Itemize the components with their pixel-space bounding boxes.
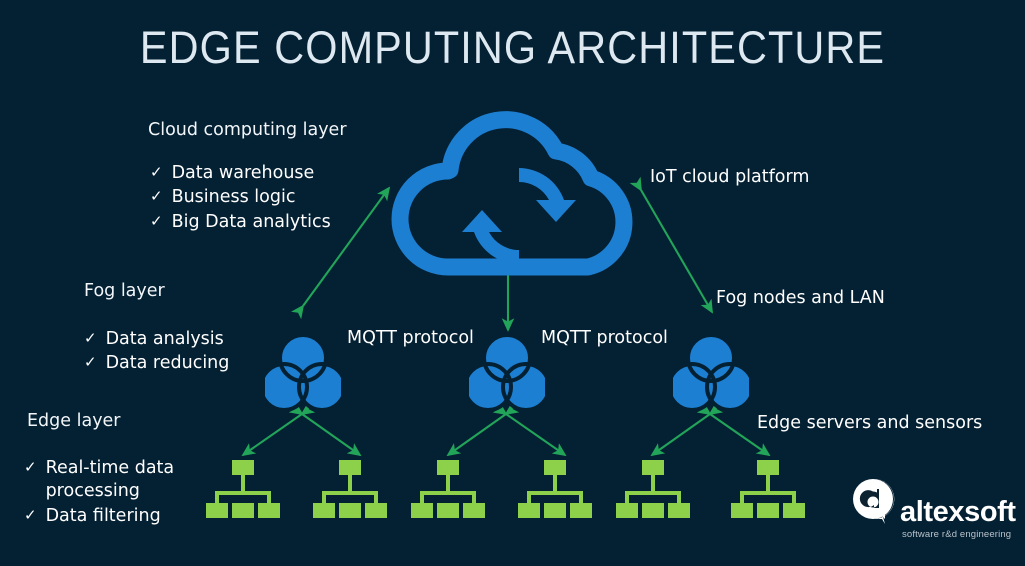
arrow-cloud-to-fog-right	[629, 176, 713, 314]
server-tree-icon	[518, 460, 592, 518]
server-tree-icon	[206, 460, 280, 518]
edge-layer-heading: Edge layer	[27, 411, 121, 431]
server-tree-icon	[616, 460, 690, 518]
check-icon: ✓	[150, 187, 163, 206]
altexsoft-logo: altexsoft software r&d engineering	[852, 478, 1017, 550]
server-tree-icon	[313, 460, 387, 518]
check-icon: ✓	[84, 353, 97, 372]
server-tree-icon	[731, 460, 805, 518]
list-item-label: Data filtering	[45, 505, 161, 526]
cloud-layer-bullets: ✓ Data warehouse ✓ Business logic ✓ Big …	[150, 162, 331, 235]
list-item-label: Big Data analytics	[171, 211, 331, 232]
check-icon: ✓	[150, 211, 163, 230]
fog-layer-bullets: ✓ Data analysis ✓ Data reducing	[84, 328, 229, 377]
check-icon: ✓	[24, 458, 37, 476]
mqtt-protocol-label-right: MQTT protocol	[541, 328, 668, 348]
arrow-fog-left-to-edge-1	[241, 402, 316, 457]
iot-cloud-platform-label: IoT cloud platform	[650, 167, 810, 187]
edge-servers-sensors-label: Edge servers and sensors	[757, 413, 983, 433]
fog-layer-heading: Fog layer	[84, 281, 165, 301]
arrow-fog-right-to-edge-1	[650, 402, 724, 457]
edge-layer-bullets: ✓ Real-time data processing ✓ Data filte…	[24, 457, 174, 529]
diagram-canvas: EDGE COMPUTING ARCHITECTURE Cloud comput…	[0, 0, 1025, 566]
server-tree-icon	[411, 460, 485, 518]
list-item-label: Real-time data processing	[45, 458, 175, 502]
logo-tagline: software r&d engineering	[902, 529, 1012, 540]
fog-nodes-lan-label: Fog nodes and LAN	[716, 288, 885, 308]
cloud-sync-icon	[391, 111, 633, 276]
three-circles-venn-icon	[265, 333, 341, 412]
three-circles-venn-icon	[469, 333, 545, 412]
list-item: ✓ Big Data analytics	[150, 211, 331, 234]
cloud-layer-heading: Cloud computing layer	[148, 120, 347, 140]
list-item: ✓ Data filtering	[24, 505, 174, 528]
check-icon: ✓	[84, 329, 97, 347]
arrow-fog-middle-to-edge-2	[492, 402, 567, 457]
list-item: ✓ Data reducing	[84, 352, 229, 375]
mqtt-protocol-label-left: MQTT protocol	[347, 328, 474, 348]
list-item: ✓ Data analysis	[84, 328, 229, 351]
check-icon: ✓	[150, 163, 163, 181]
arrow-fog-left-to-edge-2	[288, 402, 362, 457]
three-circles-venn-icon	[673, 333, 749, 412]
list-item-label: Data warehouse	[171, 163, 315, 183]
altexsoft-bubble-a-mark	[853, 478, 895, 524]
list-item-label: Data analysis	[105, 329, 224, 349]
logo-wordmark: altexsoft	[900, 496, 1016, 528]
list-item: ✓ Real-time data processing	[24, 457, 174, 504]
list-item-label: Business logic	[171, 187, 296, 208]
check-icon: ✓	[24, 505, 37, 524]
arrow-fog-middle-to-edge-1	[446, 402, 520, 457]
list-item: ✓ Data warehouse	[150, 162, 331, 185]
list-item: ✓ Business logic	[150, 186, 331, 209]
list-item-label: Data reducing	[105, 353, 230, 374]
